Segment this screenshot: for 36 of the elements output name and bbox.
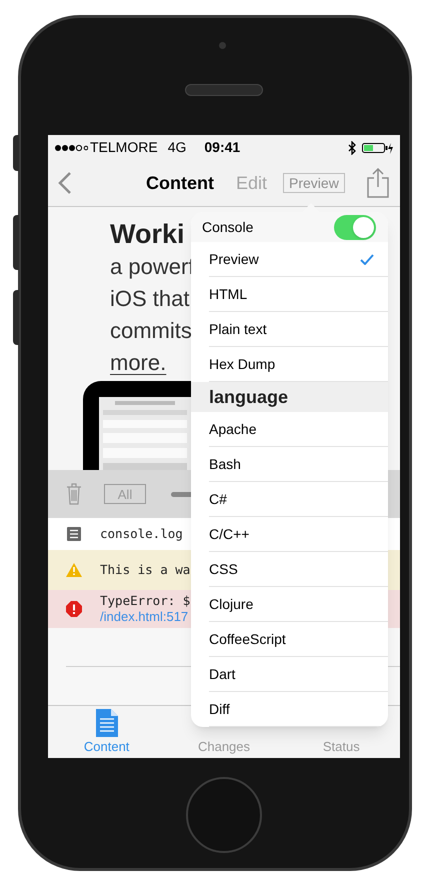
- bluetooth-icon: [348, 140, 356, 154]
- article-line: commits: [110, 317, 192, 345]
- console-message: console.log: [100, 526, 183, 542]
- clock-time: 09:41: [204, 138, 240, 157]
- signal-strength-icon: [54, 144, 88, 152]
- error-icon: [66, 601, 82, 617]
- menu-option[interactable]: CoffeeScript: [209, 622, 388, 657]
- article-line: iOS that: [110, 285, 190, 313]
- article-heading: Worki: [110, 218, 185, 251]
- document-icon: [96, 708, 118, 736]
- carrier-name: TELMORE: [90, 138, 158, 157]
- menu-option[interactable]: CSS: [209, 552, 388, 587]
- console-message: TypeError: $: [100, 593, 190, 609]
- battery-charging-icon: [362, 142, 394, 154]
- list-icon: [67, 527, 81, 541]
- back-icon[interactable]: [58, 172, 72, 194]
- share-icon[interactable]: [366, 168, 389, 198]
- menu-option[interactable]: Dart: [209, 657, 388, 692]
- console-message: This is a wa: [100, 562, 190, 578]
- warning-icon: [66, 563, 82, 577]
- section-header: language: [191, 382, 388, 412]
- menu-option[interactable]: Apache: [209, 412, 388, 447]
- menu-option[interactable]: C/C++: [209, 517, 388, 552]
- menu-option[interactable]: Preview: [209, 242, 388, 277]
- read-more-link[interactable]: more.: [110, 347, 166, 379]
- menu-option[interactable]: Plain text: [209, 312, 388, 347]
- menu-option[interactable]: Diff: [209, 692, 388, 727]
- menu-option[interactable]: Clojure: [209, 587, 388, 622]
- menu-option[interactable]: HTML: [209, 277, 388, 312]
- network-type: 4G: [168, 138, 186, 157]
- console-toggle[interactable]: [334, 214, 376, 240]
- trash-icon[interactable]: [66, 483, 82, 505]
- menu-option[interactable]: C#: [209, 482, 388, 517]
- nav-title: Content: [146, 172, 214, 194]
- menu-option[interactable]: Bash: [209, 447, 388, 482]
- console-label: Console: [202, 218, 254, 236]
